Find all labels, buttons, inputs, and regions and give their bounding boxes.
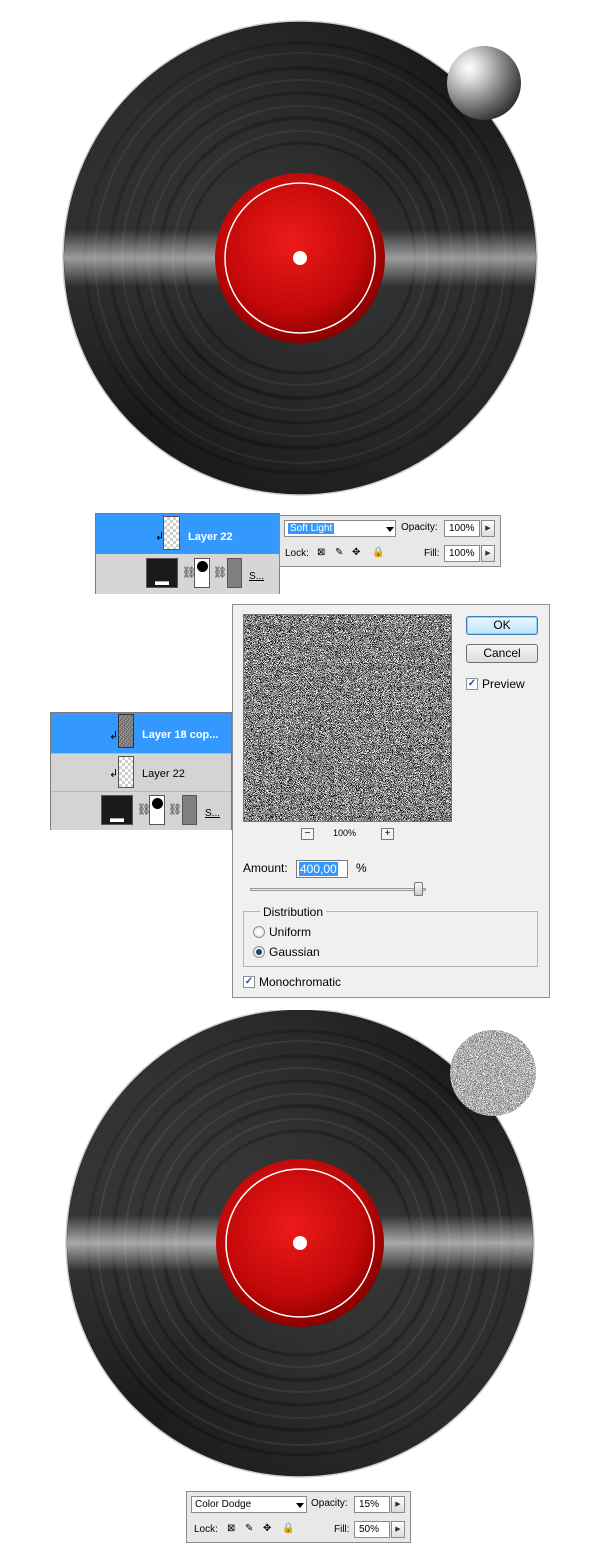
noise-preview-graphic xyxy=(244,615,451,821)
fill-input-2[interactable]: 50% xyxy=(354,1521,390,1538)
blend-mode-value-2: Color Dodge xyxy=(195,1499,252,1510)
amount-label: Amount: xyxy=(243,861,288,875)
link-chain-icon-4: ⛓ xyxy=(168,804,182,816)
monochromatic-checkbox[interactable]: ✓ xyxy=(243,976,255,988)
opacity-input-2[interactable]: 15% xyxy=(354,1496,390,1513)
noise-preview xyxy=(243,614,452,822)
layer-mask-thumbnail xyxy=(227,558,242,588)
fill-label-2: Fill: xyxy=(334,1524,350,1535)
layer-18-copy-thumbnail xyxy=(118,714,134,748)
opacity-stepper-2[interactable]: ▶ xyxy=(391,1496,405,1513)
gaussian-label: Gaussian xyxy=(269,945,320,959)
ok-button[interactable]: OK xyxy=(466,616,538,635)
fill-stepper-1[interactable]: ▶ xyxy=(481,545,495,562)
layer-mask-thumbnail-b xyxy=(182,795,197,825)
vector-mask-thumbnail-b xyxy=(149,795,165,825)
chevron-down-icon-2 xyxy=(296,1503,304,1508)
clip-arrow-icon-2: ↲ xyxy=(109,730,119,742)
lock-label-2: Lock: xyxy=(194,1524,218,1535)
blend-mode-dropdown-1[interactable]: Soft Light xyxy=(284,520,396,537)
tonearm-knob xyxy=(447,46,521,120)
zoom-out-button[interactable]: − xyxy=(301,828,314,840)
preview-checkbox[interactable]: ✓ xyxy=(466,678,478,690)
amount-slider-handle[interactable] xyxy=(414,882,423,896)
lock-transparency-icon-2[interactable]: ⊠ xyxy=(227,1523,235,1535)
lock-label-1: Lock: xyxy=(285,548,309,559)
zoom-level: 100% xyxy=(333,828,357,838)
layer-18-copy-name: Layer 18 cop... xyxy=(142,729,219,741)
lock-image-brush-icon-2[interactable]: ✎ xyxy=(245,1523,253,1535)
lock-all-padlock-icon-2[interactable]: 🔒 xyxy=(282,1523,294,1535)
gaussian-radio[interactable] xyxy=(253,946,265,958)
tonearm-knob-noise-graphic xyxy=(450,1030,536,1116)
layer-22-thumbnail-b xyxy=(118,756,134,788)
shape-layer-name: S... xyxy=(249,571,265,582)
monochromatic-label: Monochromatic xyxy=(259,975,342,989)
layer-22-name: Layer 22 xyxy=(188,531,233,543)
opacity-label-1: Opacity: xyxy=(401,522,438,533)
fill-stepper-2[interactable]: ▶ xyxy=(391,1521,405,1538)
layer-thumbnail-dark-b xyxy=(101,795,133,825)
amount-slider-track[interactable] xyxy=(250,888,426,891)
layer-22-name-b: Layer 22 xyxy=(142,768,185,780)
lock-transparency-icon[interactable]: ⊠ xyxy=(317,547,325,559)
uniform-radio[interactable] xyxy=(253,926,265,938)
layer-thumbnail-dark xyxy=(146,558,178,588)
lock-position-move-icon[interactable]: ✥ xyxy=(352,547,360,559)
zoom-in-button[interactable]: + xyxy=(381,828,394,840)
opacity-input-1[interactable]: 100% xyxy=(444,520,480,537)
fill-input-1[interactable]: 100% xyxy=(444,545,480,562)
clip-arrow-icon-3: ↲ xyxy=(109,768,119,780)
lock-image-brush-icon[interactable]: ✎ xyxy=(335,547,343,559)
chevron-down-icon xyxy=(386,527,394,532)
amount-unit: % xyxy=(356,861,367,875)
tonearm-knob-noise xyxy=(450,1030,536,1116)
blend-mode-dropdown-2[interactable]: Color Dodge xyxy=(191,1496,307,1513)
opacity-label-2: Opacity: xyxy=(311,1498,348,1509)
shape-layer-name-b: S... xyxy=(205,808,221,819)
uniform-label: Uniform xyxy=(269,925,312,939)
fill-label-1: Fill: xyxy=(424,548,440,559)
lock-all-padlock-icon[interactable]: 🔒 xyxy=(372,547,384,559)
layer-22-thumbnail xyxy=(163,516,180,550)
vector-mask-thumbnail xyxy=(194,558,210,588)
cancel-button[interactable]: Cancel xyxy=(466,644,538,663)
lock-position-move-icon-2[interactable]: ✥ xyxy=(263,1523,271,1535)
amount-value: 400,00 xyxy=(299,862,338,876)
blend-mode-value-1: Soft Light xyxy=(288,523,335,534)
amount-input[interactable]: 400,00 xyxy=(296,860,348,878)
opacity-stepper-1[interactable]: ▶ xyxy=(481,520,495,537)
preview-label: Preview xyxy=(482,677,525,691)
layer-row-layer-22-b[interactable] xyxy=(51,753,231,791)
distribution-label: Distribution xyxy=(260,905,327,919)
link-chain-icon-2: ⛓ xyxy=(213,567,227,579)
